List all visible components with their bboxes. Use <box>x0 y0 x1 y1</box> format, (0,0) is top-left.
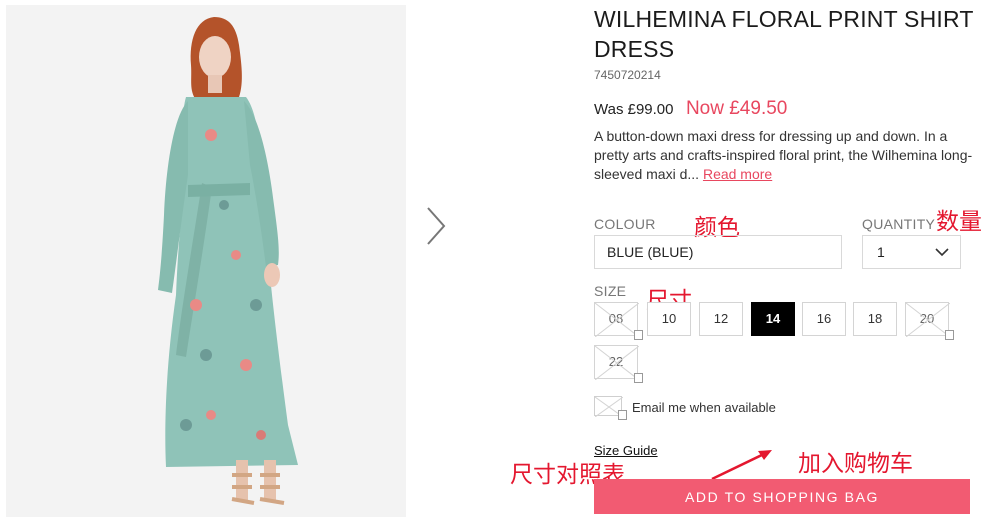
quantity-label: QUANTITY <box>862 216 936 232</box>
size-label-12: 12 <box>713 311 729 326</box>
chevron-right-icon <box>427 207 446 245</box>
size-label-10: 10 <box>661 311 677 326</box>
notify-checkbox-icon <box>634 330 643 340</box>
was-price: Was £99.00 <box>594 101 674 118</box>
colour-label: COLOUR <box>594 216 656 232</box>
size-option-12[interactable]: 12 <box>699 302 743 336</box>
unavailable-cross-icon <box>595 346 639 380</box>
read-more-link[interactable]: Read more <box>703 166 772 182</box>
size-label-18: 18 <box>867 311 883 326</box>
unavailable-cross-icon <box>595 303 639 337</box>
size-label-16: 16 <box>816 311 832 326</box>
now-price: Now £49.50 <box>685 98 788 119</box>
product-sku: 7450720214 <box>594 68 661 82</box>
product-description: A button-down maxi dress for dressing up… <box>594 127 974 184</box>
size-label: SIZE <box>594 283 627 299</box>
email-notify-checkbox[interactable] <box>594 396 627 420</box>
notify-checkbox-icon <box>634 373 643 383</box>
product-title: WILHEMINA FLORAL PRINT SHIRT DRESS <box>594 6 974 62</box>
add-to-bag-button[interactable]: ADD TO SHOPPING BAG <box>594 479 970 514</box>
quantity-value: 1 <box>877 244 885 260</box>
size-option-14-selected[interactable]: 14 <box>751 302 795 336</box>
size-label-14: 14 <box>765 311 781 326</box>
size-option-22[interactable]: 22 <box>594 345 643 383</box>
annotation-add-to-cart: 加入购物车 <box>798 451 913 477</box>
next-image-button[interactable] <box>420 204 450 248</box>
size-option-20[interactable]: 20 <box>905 302 954 340</box>
size-option-16[interactable]: 16 <box>802 302 846 336</box>
chevron-down-icon <box>935 248 949 257</box>
email-notify-label: Email me when available <box>632 400 776 415</box>
size-option-18[interactable]: 18 <box>853 302 897 336</box>
notify-checkbox-icon <box>945 330 954 340</box>
annotation-quantity: 数量 <box>936 209 982 235</box>
unavailable-cross-icon <box>906 303 950 337</box>
colour-select[interactable]: BLUE (BLUE) <box>594 235 842 269</box>
notify-checkbox-icon <box>618 410 627 420</box>
price-block: Was £99.00 Now £49.50 <box>594 98 787 120</box>
quantity-select[interactable]: 1 <box>862 235 961 269</box>
model-in-floral-dress-illustration <box>6 5 406 517</box>
product-image <box>6 5 406 517</box>
size-option-08[interactable]: 08 <box>594 302 643 340</box>
size-option-10[interactable]: 10 <box>647 302 691 336</box>
description-text: A button-down maxi dress for dressing up… <box>594 128 973 182</box>
